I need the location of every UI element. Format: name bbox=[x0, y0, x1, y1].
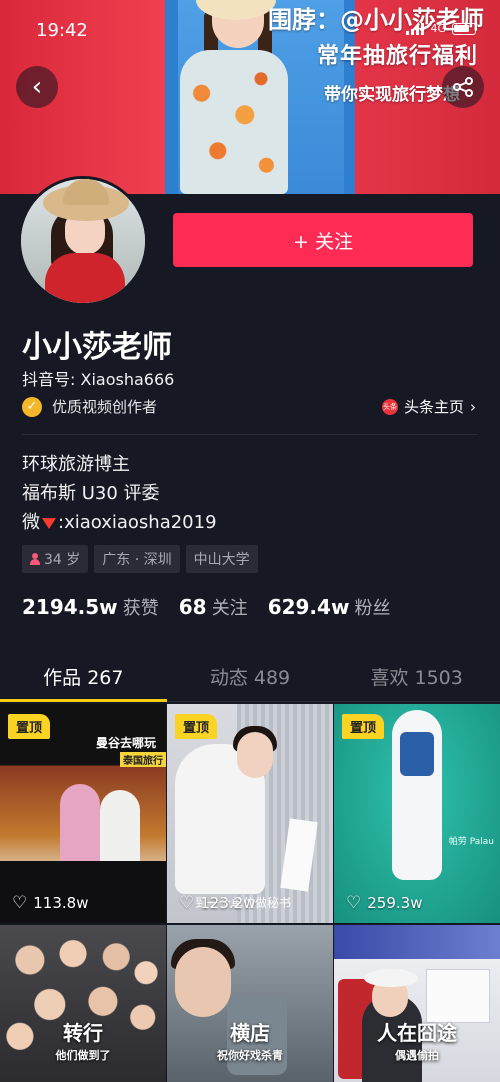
divider bbox=[22, 434, 478, 435]
video-likes: ♡ 123.2w bbox=[179, 893, 256, 913]
follow-button[interactable]: + 关注 bbox=[173, 213, 473, 267]
heart-icon: ♡ bbox=[12, 893, 28, 913]
video-thumbnail[interactable]: 人在囧途 偶遇偷拍 bbox=[334, 925, 500, 1082]
status-time: 19:42 bbox=[36, 20, 88, 41]
video-thumbnail[interactable]: 曼谷去哪玩 泰国旅行 置顶 ♡ 113.8w bbox=[0, 704, 166, 923]
status-indicators: 4G bbox=[406, 22, 476, 35]
chevron-right-icon: › bbox=[470, 397, 476, 416]
bio-line: 环球旅游博主 bbox=[22, 454, 130, 475]
video-likes: ♡ 113.8w bbox=[12, 893, 89, 913]
video-thumbnail[interactable]: 帕劳 Palau 置顶 ♡ 259.3w bbox=[334, 704, 500, 923]
female-icon bbox=[30, 553, 40, 565]
stat-fans[interactable]: 629.4w 粉丝 bbox=[268, 594, 391, 620]
video-caption-sub: 他们做到了 bbox=[55, 1049, 111, 1062]
video-grid: 曼谷去哪玩 泰国旅行 置顶 ♡ 113.8w 到一个单位做秘书 置顶 ♡ 123… bbox=[0, 704, 500, 1082]
profile-stats: 2194.5w 获赞 68 关注 629.4w 粉丝 bbox=[22, 594, 391, 620]
video-caption: 转行 bbox=[63, 1021, 103, 1045]
video-thumbnail[interactable]: 到一个单位做秘书 置顶 ♡ 123.2w bbox=[167, 704, 333, 923]
video-caption-sub: 祝你好戏杀青 bbox=[217, 1049, 283, 1062]
video-caption: 曼谷去哪玩 bbox=[96, 736, 157, 750]
avatar[interactable] bbox=[18, 176, 148, 306]
pinned-badge: 置顶 bbox=[8, 714, 51, 739]
down-arrow-icon bbox=[42, 517, 56, 529]
back-button[interactable]: ‹ bbox=[16, 66, 58, 108]
tag-school: 中山大学 bbox=[185, 545, 258, 573]
chevron-left-icon: ‹ bbox=[31, 72, 43, 102]
stat-likes: 2194.5w 获赞 bbox=[22, 595, 159, 619]
bio-line-wechat: 微:xiaoxiaosha2019 bbox=[22, 512, 217, 533]
banner-text-welfare: 常年抽旅行福利 bbox=[316, 44, 478, 69]
video-caption-sub: 偶遇偷拍 bbox=[395, 1049, 439, 1062]
toutiao-label: 头条主页 bbox=[403, 398, 464, 416]
signal-icon bbox=[406, 22, 425, 35]
douyin-id: 抖音号: Xiaosha666 bbox=[22, 370, 175, 389]
toutiao-homepage-link[interactable]: 头条 头条主页 › bbox=[381, 396, 476, 417]
tag-age: 34 岁 bbox=[22, 545, 89, 573]
pinned-badge: 置顶 bbox=[342, 714, 385, 739]
video-caption: 人在囧途 bbox=[377, 1021, 457, 1045]
video-caption: 帕劳 Palau bbox=[448, 837, 494, 847]
tab-likes[interactable]: 喜欢 1503 bbox=[333, 652, 500, 701]
video-caption: 横店 bbox=[230, 1021, 270, 1045]
share-button[interactable] bbox=[442, 66, 484, 108]
stat-following[interactable]: 68 关注 bbox=[179, 594, 248, 620]
video-caption-sub: 泰国旅行 bbox=[120, 752, 166, 767]
network-label: 4G bbox=[430, 22, 446, 35]
creator-badge-label: 优质视频创作者 bbox=[52, 398, 158, 416]
banner-text-dream: 带你实现旅行梦想 bbox=[324, 85, 460, 105]
bio: 环球旅游博主 福布斯 U30 评委 微:xiaoxiaosha2019 bbox=[22, 450, 217, 537]
content-tabs: 作品 267 动态 489 喜欢 1503 bbox=[0, 652, 500, 702]
toutiao-icon: 头条 bbox=[381, 398, 398, 415]
video-likes: ♡ 259.3w bbox=[346, 893, 423, 913]
tab-works[interactable]: 作品 267 bbox=[0, 652, 167, 702]
tag-location: 广东 · 深圳 bbox=[94, 545, 180, 573]
video-thumbnail[interactable]: 横店 祝你好戏杀青 bbox=[167, 925, 333, 1082]
creator-badge[interactable]: ✓ 优质视频创作者 bbox=[22, 396, 157, 417]
verified-check-icon: ✓ bbox=[22, 396, 42, 417]
tab-activity[interactable]: 动态 489 bbox=[167, 652, 334, 701]
profile-name: 小小莎老师 bbox=[22, 330, 172, 365]
share-icon bbox=[453, 77, 473, 97]
heart-icon: ♡ bbox=[179, 893, 195, 913]
video-thumbnail[interactable]: 转行 他们做到了 bbox=[0, 925, 166, 1082]
profile-tags: 34 岁 广东 · 深圳 中山大学 bbox=[22, 545, 258, 573]
battery-icon bbox=[452, 22, 476, 35]
pinned-badge: 置顶 bbox=[175, 714, 218, 739]
heart-icon: ♡ bbox=[346, 893, 362, 913]
bio-line: 福布斯 U30 评委 bbox=[22, 483, 160, 504]
